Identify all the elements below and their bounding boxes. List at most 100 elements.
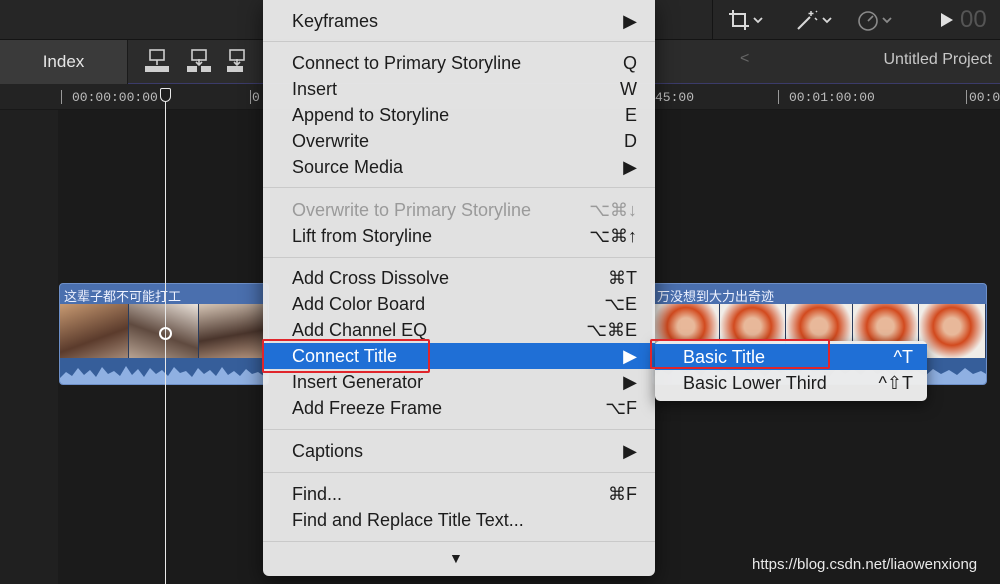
menu-item-overwrite-to-primary-storyline: Overwrite to Primary Storyline ⌥⌘↓ — [263, 197, 655, 223]
append-clip-button[interactable] — [226, 48, 254, 74]
menu-item-label: Find and Replace Title Text... — [292, 509, 524, 530]
chevron-down-icon — [882, 16, 892, 24]
menu-item-append-to-storyline[interactable]: Append to Storyline E — [263, 102, 655, 128]
menu-item-connect-title[interactable]: Connect Title ▶ — [263, 343, 655, 369]
menu-separator — [263, 187, 655, 188]
index-button[interactable]: Index — [0, 40, 128, 84]
menu-separator — [263, 541, 655, 542]
speedometer-icon — [857, 9, 879, 31]
menu-item-connect-to-primary-storyline[interactable]: Connect to Primary Storyline Q — [263, 50, 655, 76]
menu-separator — [263, 41, 655, 42]
menu-item-shortcut: ⌥E — [604, 293, 637, 314]
chevron-down-icon — [822, 16, 832, 24]
context-menu: Keyframes ▶ Connect to Primary Storyline… — [263, 0, 655, 576]
menu-item-add-color-board[interactable]: Add Color Board ⌥E — [263, 291, 655, 317]
submenu-arrow-icon: ▶ — [623, 440, 637, 461]
connect-title-submenu: Basic Title ^T Basic Lower Third ^⇧T — [655, 341, 927, 401]
submenu-arrow-icon: ▶ — [623, 371, 637, 392]
toolbar-divider — [712, 0, 713, 40]
ruler-timecode: 00:01:00:00 — [789, 90, 875, 105]
ruler-timecode: 45:00 — [655, 90, 695, 105]
ruler-timecode: 00:0 — [969, 90, 1000, 105]
timecode-display: 00 — [960, 6, 987, 33]
menu-item-shortcut: W — [620, 78, 637, 99]
menu-item-shortcut: ⌥⌘↑ — [589, 225, 637, 246]
menu-item-shortcut: Q — [622, 52, 637, 73]
menu-item-label: Find... — [292, 483, 343, 504]
chevron-down-icon — [753, 16, 763, 24]
playhead-handle[interactable] — [160, 88, 171, 102]
menu-item-shortcut: ⌥⌘↓ — [589, 199, 637, 220]
menu-item-insert-generator[interactable]: Insert Generator ▶ — [263, 369, 655, 395]
menu-item-shortcut: ⌘F — [608, 483, 637, 504]
menu-item-label: Add Freeze Frame — [292, 397, 443, 418]
menu-item-overwrite[interactable]: Overwrite D — [263, 128, 655, 154]
menu-item-keyframes[interactable]: Keyframes ▶ — [263, 8, 655, 34]
clip-title: 万没想到大力出奇迹 — [657, 289, 775, 304]
menu-item-insert[interactable]: Insert W — [263, 76, 655, 102]
audio-waveform — [60, 358, 268, 384]
menu-item-label: Connect Title — [292, 345, 398, 366]
clip-thumbnail — [198, 304, 268, 360]
play-icon — [940, 12, 954, 28]
menu-item-label: Captions — [292, 440, 364, 461]
append-clip-icon — [226, 49, 254, 78]
menu-item-label: Insert — [292, 78, 338, 99]
menu-item-add-cross-dissolve[interactable]: Add Cross Dissolve ⌘T — [263, 265, 655, 291]
insert-clip-button[interactable] — [186, 48, 214, 74]
connect-clip-icon — [144, 49, 172, 78]
submenu-arrow-icon: ▶ — [623, 345, 637, 366]
submenu-item-basic-lower-third[interactable]: Basic Lower Third ^⇧T — [655, 370, 927, 396]
menu-separator — [263, 429, 655, 430]
submenu-arrow-icon: ▶ — [623, 10, 637, 31]
menu-item-label: Add Color Board — [292, 293, 426, 314]
crop-icon — [728, 9, 750, 31]
menu-item-add-freeze-frame[interactable]: Add Freeze Frame ⌥F — [263, 395, 655, 421]
menu-item-shortcut: ⌥F — [605, 397, 637, 418]
enhancements-menu-button[interactable] — [795, 8, 832, 32]
connect-clip-button[interactable] — [144, 48, 172, 74]
menu-item-captions[interactable]: Captions ▶ — [263, 438, 655, 464]
menu-item-label: Overwrite — [292, 130, 370, 151]
skimmer-marker — [159, 327, 172, 340]
menu-item-find[interactable]: Find... ⌘F — [263, 481, 655, 507]
clip-title: 这辈子都不可能打工 — [64, 289, 182, 304]
menu-item-shortcut: E — [624, 104, 637, 125]
ruler-tick — [250, 90, 251, 104]
menu-item-shortcut: ⌘T — [608, 267, 637, 288]
clip-thumbnail — [919, 304, 986, 360]
insert-clip-icon — [186, 49, 214, 78]
submenu-item-basic-title[interactable]: Basic Title ^T — [655, 344, 927, 370]
menu-item-label: Source Media — [292, 156, 404, 177]
watermark: https://blog.csdn.net/liaowenxiong — [752, 556, 978, 573]
ruler-timecode: 00:00:00:00 — [72, 90, 158, 105]
play-button[interactable]: 00 — [940, 6, 987, 33]
menu-item-lift-from-storyline[interactable]: Lift from Storyline ⌥⌘↑ — [263, 223, 655, 249]
menu-item-label: Basic Lower Third — [683, 372, 827, 393]
menu-item-shortcut: D — [624, 130, 637, 151]
ruler-tick — [966, 90, 967, 104]
menu-separator — [263, 472, 655, 473]
menu-item-label: Append to Storyline — [292, 104, 450, 125]
menu-separator — [263, 257, 655, 258]
chevron-left-icon[interactable]: < — [740, 50, 749, 68]
project-title: Untitled Project — [883, 51, 993, 68]
menu-item-label: Insert Generator — [292, 371, 424, 392]
menu-item-find-and-replace-title-text[interactable]: Find and Replace Title Text... — [263, 507, 655, 533]
crop-menu-button[interactable] — [728, 8, 763, 32]
menu-item-label: Connect to Primary Storyline — [292, 52, 522, 73]
menu-item-shortcut: ^⇧T — [878, 372, 913, 393]
clip-thumbnail — [60, 304, 130, 360]
magic-wand-icon — [795, 9, 819, 31]
menu-item-label: Add Cross Dissolve — [292, 267, 450, 288]
retime-menu-button[interactable] — [857, 8, 892, 32]
scroll-down-arrow-icon[interactable]: ▼ — [449, 550, 463, 566]
timeline-gutter — [0, 110, 58, 584]
ruler-tick — [61, 90, 62, 104]
menu-item-label: Keyframes — [292, 10, 379, 31]
ruler-timecode: 0 — [252, 90, 260, 105]
menu-item-add-channel-eq[interactable]: Add Channel EQ ⌥⌘E — [263, 317, 655, 343]
menu-item-shortcut: ^T — [893, 346, 913, 367]
ruler-tick — [778, 90, 779, 104]
menu-item-source-media[interactable]: Source Media ▶ — [263, 154, 655, 180]
